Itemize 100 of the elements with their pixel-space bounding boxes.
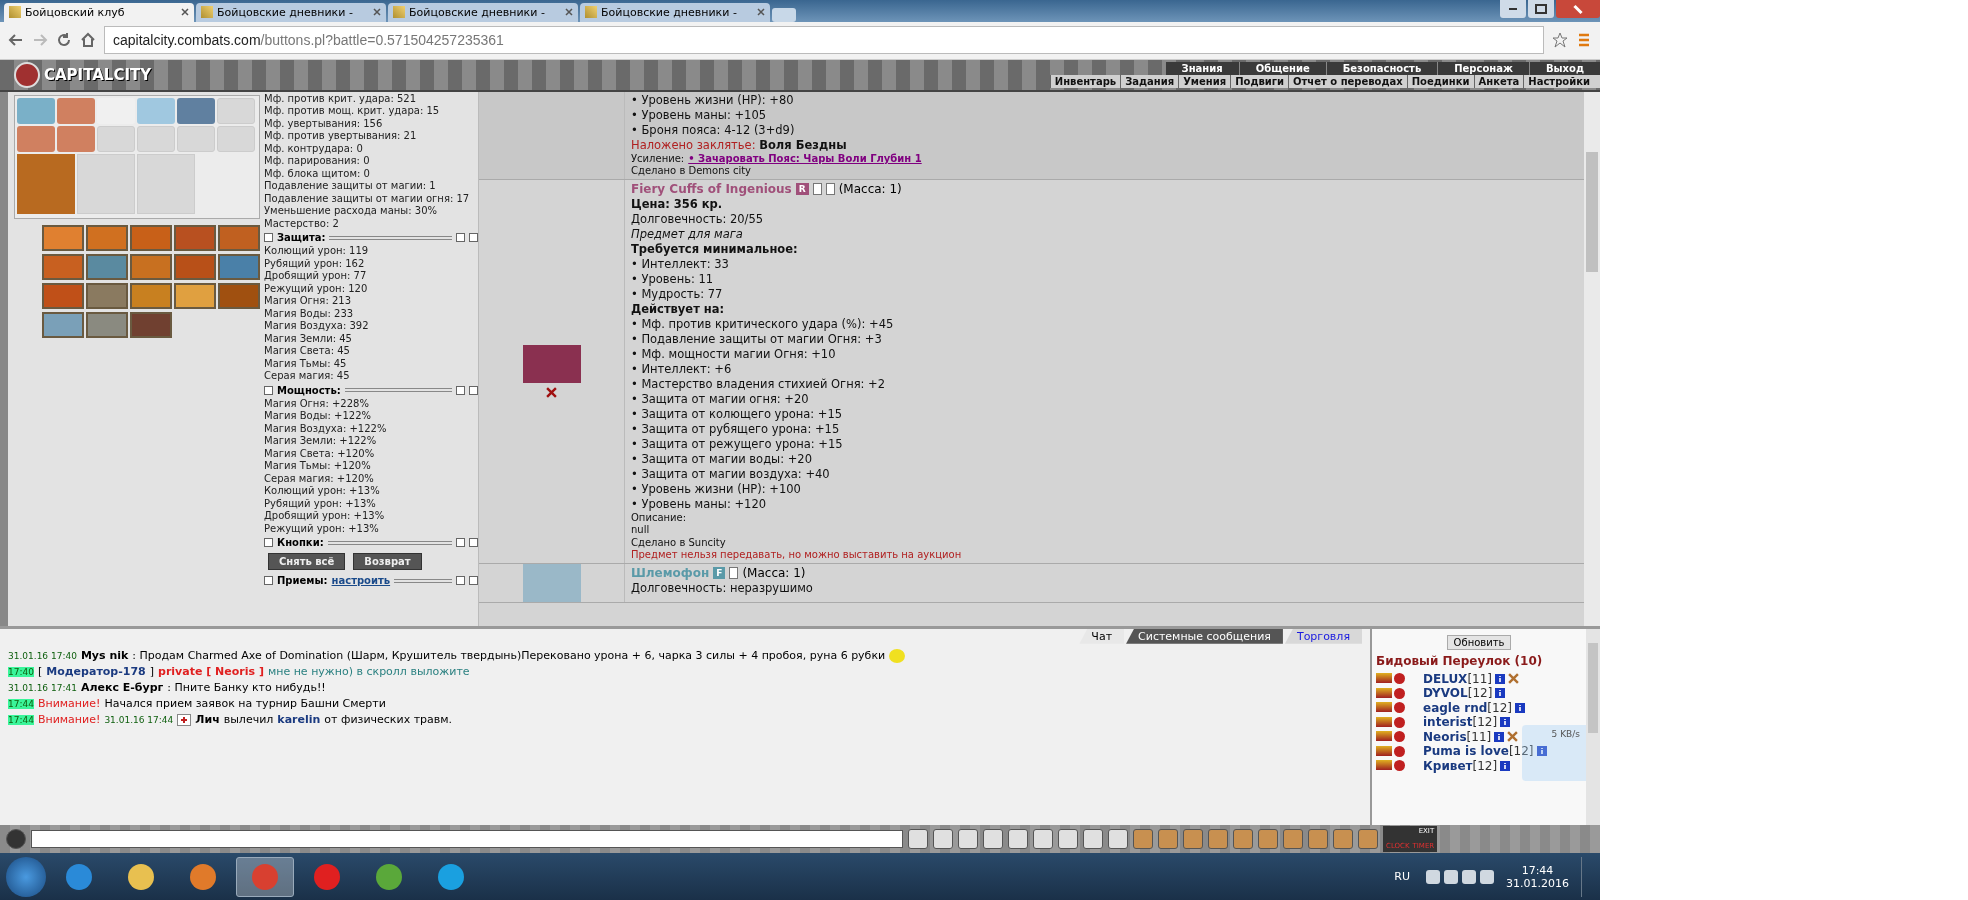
address-field[interactable]: capitalcity.combats.com/buttons.pl?battle=0.571504257235361 bbox=[104, 26, 1544, 55]
toolbar-icon[interactable] bbox=[1008, 829, 1028, 850]
browser-tab[interactable]: Бойцовские дневники - bbox=[580, 2, 770, 22]
chat-input-field[interactable] bbox=[31, 830, 903, 849]
player-name[interactable]: interist[12] bbox=[1423, 715, 1498, 730]
spell-icon[interactable] bbox=[42, 253, 84, 280]
menu-link[interactable]: Выход bbox=[1528, 61, 1600, 75]
start-button[interactable] bbox=[6, 856, 46, 897]
toolbar-icon[interactable] bbox=[1233, 829, 1253, 850]
player-name[interactable]: Puma is love[12] bbox=[1423, 744, 1534, 759]
toolbar-icon[interactable] bbox=[983, 829, 1003, 850]
close-icon[interactable] bbox=[565, 8, 573, 17]
item-name[interactable]: Fiery Cuffs of Ingenious bbox=[631, 181, 792, 196]
spell-icon[interactable] bbox=[174, 282, 216, 309]
menu-icon[interactable] bbox=[1576, 32, 1592, 49]
player-name[interactable]: DELUX[11] bbox=[1423, 671, 1492, 686]
spell-icon[interactable] bbox=[86, 253, 128, 280]
spell-icon[interactable] bbox=[218, 253, 260, 280]
submenu-link[interactable]: Инвентарь bbox=[1049, 74, 1121, 88]
page-icon[interactable] bbox=[812, 182, 822, 195]
spell-icon[interactable] bbox=[218, 224, 260, 251]
chat-tab[interactable]: Чат bbox=[1079, 628, 1125, 644]
submenu-link[interactable]: Умения bbox=[1178, 74, 1231, 88]
info-icon[interactable] bbox=[1500, 717, 1511, 728]
scroll-slot[interactable] bbox=[57, 97, 95, 124]
toolbar-icon[interactable] bbox=[908, 829, 928, 850]
scroll-slot[interactable] bbox=[177, 97, 215, 124]
chat-tab[interactable]: Системные сообщения bbox=[1126, 628, 1283, 644]
action-button[interactable]: Возврат bbox=[353, 553, 422, 571]
info-icon[interactable] bbox=[1495, 688, 1506, 699]
spell-icon[interactable] bbox=[42, 311, 84, 338]
menu-link[interactable]: Безопасность bbox=[1325, 61, 1438, 75]
submenu-link[interactable]: Задания bbox=[1120, 74, 1179, 88]
copy-icon[interactable] bbox=[825, 182, 835, 195]
toolbar-icon[interactable] bbox=[1183, 829, 1203, 850]
spell-icon[interactable] bbox=[86, 224, 128, 251]
minimize-button[interactable] bbox=[1500, 0, 1526, 18]
info-icon[interactable] bbox=[1536, 746, 1547, 757]
chat-tab[interactable]: Торговля bbox=[1284, 628, 1362, 644]
configure-link[interactable]: настроить bbox=[331, 575, 391, 587]
new-tab-button[interactable] bbox=[772, 7, 796, 22]
spell-icon[interactable] bbox=[174, 253, 216, 280]
item-image[interactable] bbox=[522, 344, 581, 383]
submenu-link[interactable]: Отчет о переводах bbox=[1288, 74, 1407, 88]
player-name[interactable]: DYVOL[12] bbox=[1423, 686, 1493, 701]
upgrade-link[interactable]: • Зачаровать Пояс: Чары Воли Глубин 1 bbox=[688, 152, 922, 166]
menu-link[interactable]: Знания bbox=[1164, 61, 1239, 75]
browser-tab[interactable]: Бойцовский клуб bbox=[4, 2, 194, 22]
taskbar-clock[interactable]: 17:44 31.01.2016 bbox=[1506, 863, 1569, 890]
spell-icon[interactable] bbox=[218, 282, 260, 309]
action-button[interactable]: Снять всё bbox=[268, 553, 346, 571]
toolbar-icon[interactable] bbox=[1358, 829, 1378, 850]
spell-icon[interactable] bbox=[130, 253, 172, 280]
maximize-button[interactable] bbox=[1528, 0, 1554, 18]
scroll-slot[interactable] bbox=[17, 125, 55, 152]
menu-link[interactable]: Персонаж bbox=[1437, 61, 1529, 75]
submenu-link[interactable]: Настройки bbox=[1523, 74, 1594, 88]
submenu-link[interactable]: Анкета bbox=[1473, 74, 1524, 88]
scrollbar[interactable] bbox=[1586, 628, 1600, 826]
toolbar-icon[interactable] bbox=[933, 829, 953, 850]
toolbar-icon[interactable] bbox=[1058, 829, 1078, 850]
tray-icon[interactable] bbox=[1426, 869, 1440, 884]
browser-tab[interactable]: Бойцовские дневники - bbox=[388, 2, 578, 22]
toolbar-icon[interactable] bbox=[1108, 829, 1128, 850]
home-icon[interactable] bbox=[80, 32, 96, 49]
spell-icon[interactable] bbox=[174, 224, 216, 251]
language-indicator[interactable]: RU bbox=[1394, 870, 1410, 884]
player-name[interactable]: eagle rnd[12] bbox=[1423, 700, 1512, 715]
toolbar-icon[interactable] bbox=[1308, 829, 1328, 850]
spell-icon[interactable] bbox=[42, 282, 84, 309]
toolbar-icon[interactable] bbox=[958, 829, 978, 850]
spell-icon[interactable] bbox=[86, 311, 128, 338]
copy-icon[interactable] bbox=[729, 566, 739, 579]
toolbar-icon[interactable] bbox=[1133, 829, 1153, 850]
toolbar-icon[interactable] bbox=[1283, 829, 1303, 850]
info-icon[interactable] bbox=[1494, 731, 1505, 742]
spell-icon[interactable] bbox=[130, 282, 172, 309]
spell-icon[interactable] bbox=[130, 311, 172, 338]
spell-icon[interactable] bbox=[42, 224, 84, 251]
logo[interactable]: CAPITALCITY bbox=[0, 61, 152, 88]
player-name[interactable]: Кривет[12] bbox=[1423, 758, 1498, 773]
chat-mode-icon[interactable] bbox=[6, 829, 26, 850]
info-icon[interactable] bbox=[1495, 673, 1505, 684]
bookmark-star-icon[interactable] bbox=[1552, 32, 1568, 49]
close-button[interactable] bbox=[1556, 0, 1600, 18]
submenu-link[interactable]: Поединки bbox=[1406, 74, 1474, 88]
toolbar-icon[interactable] bbox=[1208, 829, 1228, 850]
close-icon[interactable] bbox=[757, 8, 765, 17]
toolbar-icon[interactable] bbox=[1333, 829, 1353, 850]
toolbar-icon[interactable] bbox=[1083, 829, 1103, 850]
spell-icon[interactable] bbox=[86, 282, 128, 309]
close-icon[interactable] bbox=[373, 8, 381, 17]
toolbar-icon[interactable] bbox=[1158, 829, 1178, 850]
scroll-slot[interactable] bbox=[57, 125, 95, 152]
taskbar-app[interactable] bbox=[236, 856, 294, 897]
refresh-button[interactable]: Обновить bbox=[1446, 634, 1512, 650]
toolbar-icon[interactable] bbox=[1033, 829, 1053, 850]
reload-icon[interactable] bbox=[56, 32, 72, 49]
submenu-link[interactable]: Подвиги bbox=[1230, 74, 1289, 88]
toolbar-icon[interactable] bbox=[1258, 829, 1278, 850]
